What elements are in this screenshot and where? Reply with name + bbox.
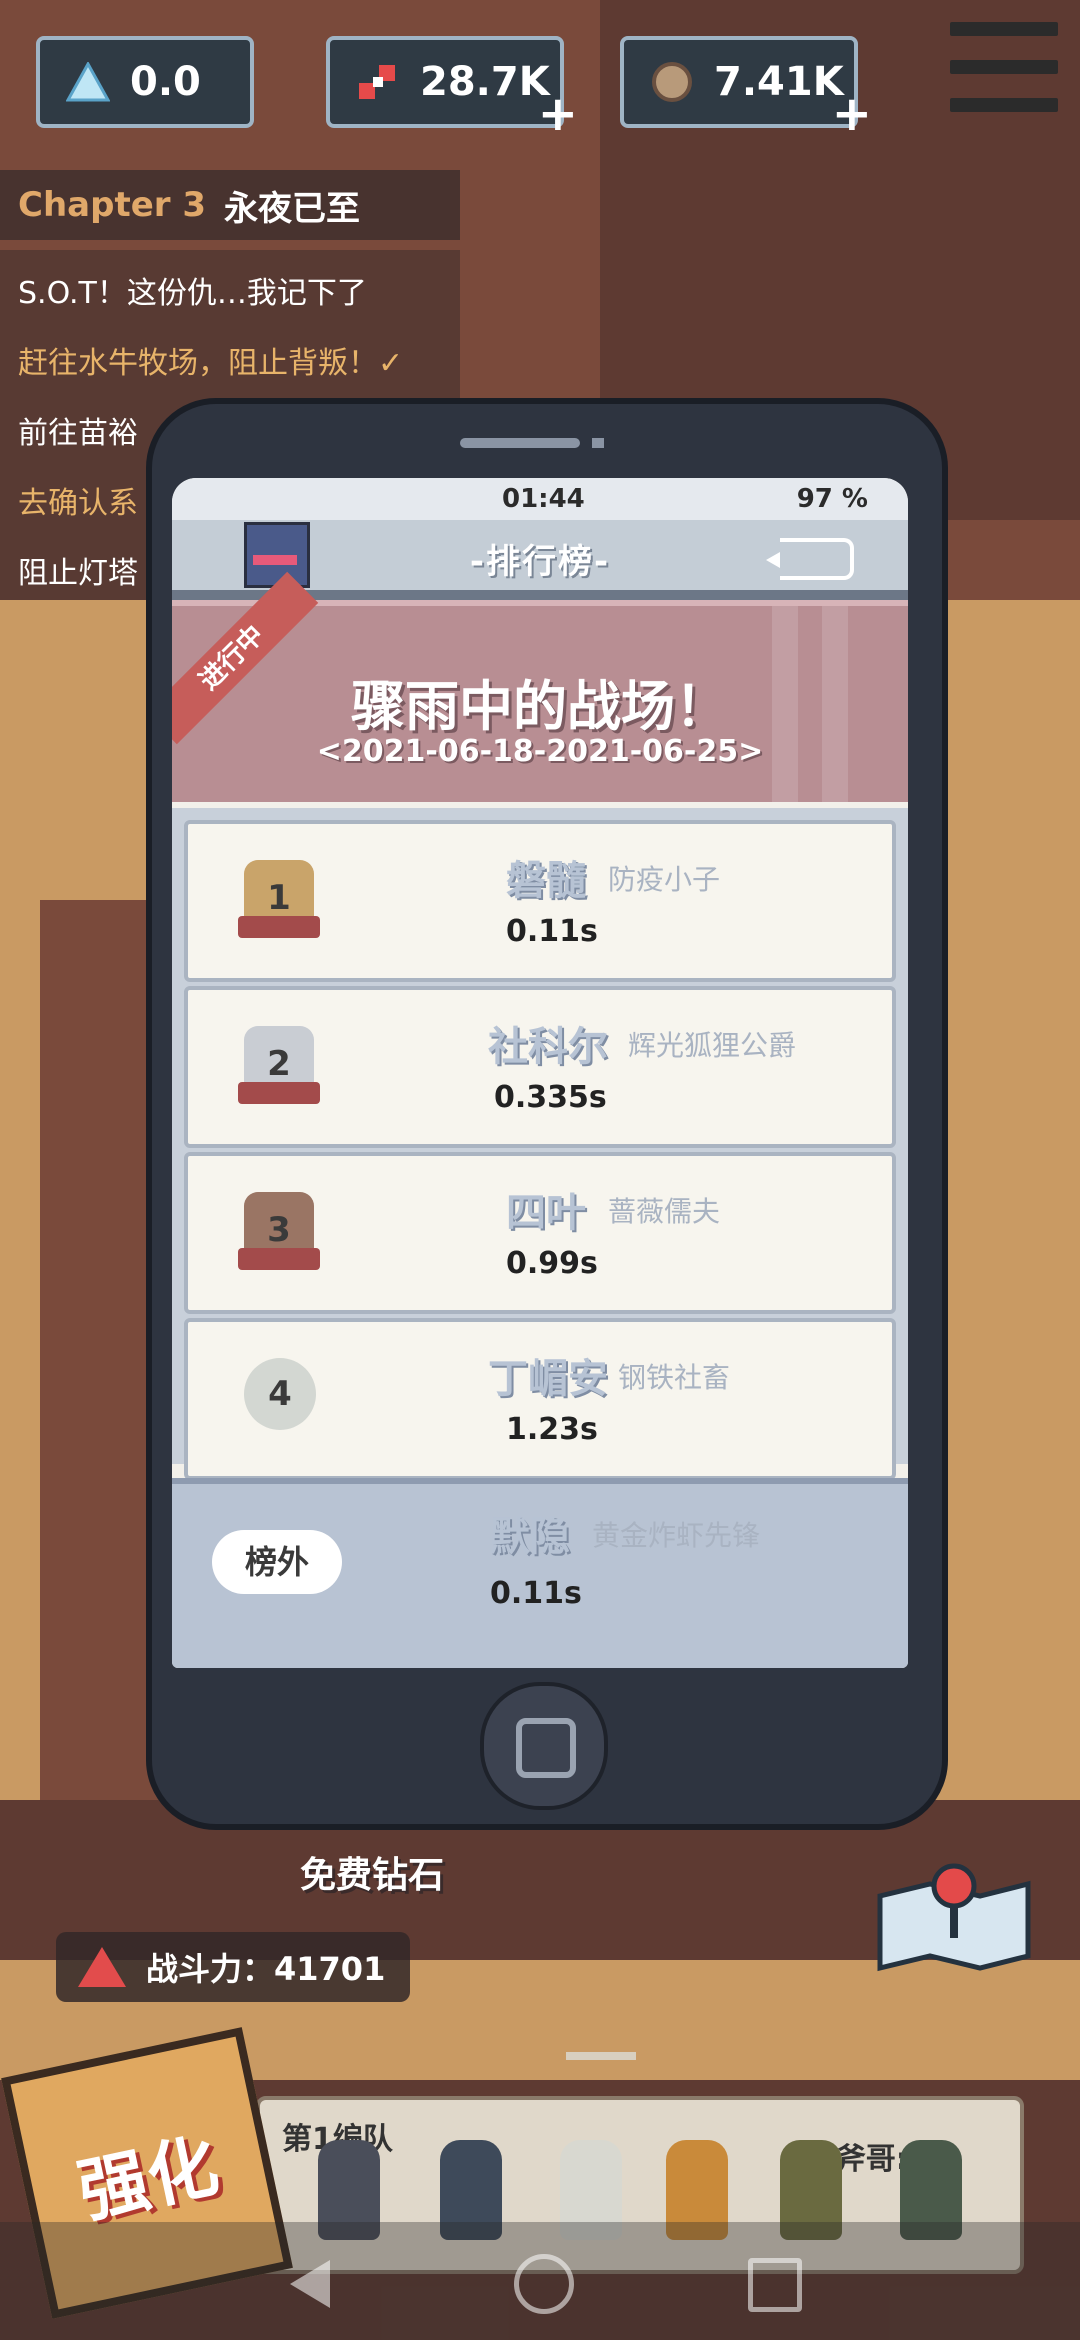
triangle-crystal-icon [60, 54, 116, 110]
add-parts-button[interactable]: + [538, 86, 578, 142]
phone-speaker [460, 438, 580, 448]
free-diamond-label[interactable]: 免费钻石 [300, 1846, 444, 1898]
player-title: 防疫小子 [608, 863, 721, 896]
ore-rock-icon [644, 54, 700, 110]
unranked-badge: 榜外 [212, 1530, 342, 1594]
my-player-title: 黄金炸虾先锋 [592, 1519, 761, 1552]
phone-screen: 01:44 97 % -排行榜- 进行中 骤雨中的战场！ <2021-06-18… [172, 478, 908, 1668]
player-title: 蔷薇儒夫 [608, 1195, 721, 1228]
event-banner: 进行中 骤雨中的战场！ <2021-06-18-2021-06-25> [172, 571, 908, 802]
phone-camera [592, 438, 604, 448]
ranking-row[interactable]: 2 社科尔 辉光狐狸公爵 0.335s [184, 986, 896, 1148]
map-pin-icon [877, 1863, 1031, 1972]
player-score: 1.23s [506, 1412, 598, 1447]
player-name: 四叶 [506, 1190, 586, 1236]
quest-item[interactable]: 阻止灯塔 [18, 548, 138, 592]
leaderboard-phone: 01:44 97 % -排行榜- 进行中 骤雨中的战场！ <2021-06-18… [146, 398, 948, 1830]
ranking-row[interactable]: 4 丁嵋安 钢铁社畜 1.23s [184, 1318, 896, 1480]
ore-value: 7.41K [714, 59, 844, 105]
my-ranking-row[interactable]: 榜外 默隐 黄金炸虾先锋 0.11s [172, 1478, 908, 1668]
my-player-score: 0.11s [490, 1576, 582, 1611]
nav-recent-apps-icon[interactable] [748, 2258, 802, 2312]
back-arrow-icon[interactable] [766, 538, 854, 580]
player-name: 磐髓 [506, 858, 586, 904]
status-battery: 97 % [796, 484, 868, 514]
menu-icon[interactable] [950, 22, 1058, 112]
my-player-name: 默隐 [490, 1514, 570, 1560]
parts-resource[interactable]: 28.7K + [326, 36, 578, 142]
chapter-label: Chapter 3 [18, 185, 207, 225]
player-name: 丁嵋安 [488, 1356, 608, 1402]
player-score: 0.99s [506, 1246, 598, 1281]
combat-power: 战斗力：41701 [56, 1932, 410, 2002]
ranking-row[interactable]: 3 四叶 蔷薇儒夫 0.99s [184, 1152, 896, 1314]
player-title: 辉光狐狸公爵 [628, 1029, 797, 1062]
warning-icon [78, 1947, 126, 1987]
status-time: 01:44 [502, 484, 585, 514]
gear-parts-icon [350, 54, 406, 110]
combat-power-label: 战斗力：41701 [146, 1950, 386, 1988]
status-bar: 01:44 97 % [172, 478, 908, 520]
ranking-list[interactable]: 1 磐髓 防疫小子 0.11s 2 社科尔 辉光狐狸公爵 0.335s 3 四叶… [172, 808, 908, 1480]
event-dates: <2021-06-18-2021-06-25> [316, 734, 764, 769]
player-name: 社科尔 [488, 1024, 608, 1070]
quest-item[interactable]: 前往苗裕 [18, 408, 138, 452]
player-score: 0.11s [506, 914, 598, 949]
expand-chevron-icon[interactable] [566, 2052, 636, 2090]
nav-back-icon[interactable] [290, 2260, 330, 2308]
system-nav-bar [0, 2222, 1080, 2340]
chapter-title: 永夜已至 [224, 188, 361, 229]
chapter-header[interactable]: Chapter 3 永夜已至 [0, 170, 460, 240]
player-title: 钢铁社畜 [618, 1361, 731, 1394]
event-title: 骤雨中的战场！ [351, 675, 729, 738]
phone-home-button[interactable] [480, 1682, 608, 1810]
map-button[interactable] [870, 1846, 1038, 1976]
strengthen-label: 强化 [71, 2123, 226, 2234]
rank-four-icon: 4 [244, 1358, 316, 1430]
ore-resource[interactable]: 7.41K + [620, 36, 872, 142]
add-ore-button[interactable]: + [832, 86, 872, 142]
energy-resource: 0.0 [36, 36, 254, 128]
ranking-row[interactable]: 1 磐髓 防疫小子 0.11s [184, 820, 896, 982]
parts-value: 28.7K [420, 59, 550, 105]
player-score: 0.335s [494, 1080, 607, 1115]
quest-item[interactable]: 去确认系 [18, 478, 138, 522]
quest-item[interactable]: 赶往水牛牧场，阻止背叛！✓ [18, 338, 403, 382]
energy-value: 0.0 [130, 59, 201, 105]
nav-home-icon[interactable] [514, 2254, 574, 2314]
quest-item[interactable]: S.O.T！这份仇…我记下了 [18, 268, 367, 312]
